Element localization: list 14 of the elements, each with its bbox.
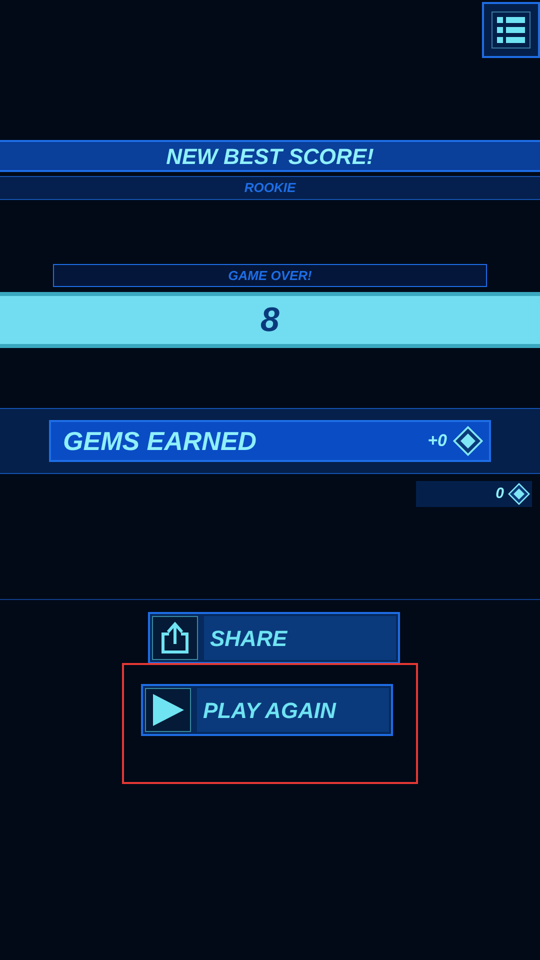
gems-earned-label: GEMS EARNED (63, 424, 258, 458)
game-over-label: GAME OVER! (228, 266, 312, 285)
score-value: 8 (260, 300, 280, 340)
menu-button[interactable] (482, 2, 540, 58)
gem-icon (508, 483, 530, 505)
gems-earned-value: +0 (428, 430, 447, 452)
share-button[interactable]: SHARE (148, 612, 400, 664)
gem-icon (453, 426, 483, 456)
play-again-button[interactable]: PLAY AGAIN (141, 684, 393, 736)
new-best-score-title: NEW BEST SCORE! (166, 142, 374, 170)
menu-icon (491, 11, 531, 49)
gem-total-value: 0 (496, 484, 504, 504)
play-icon (150, 692, 186, 728)
rank-label: ROOKIE (244, 179, 296, 198)
